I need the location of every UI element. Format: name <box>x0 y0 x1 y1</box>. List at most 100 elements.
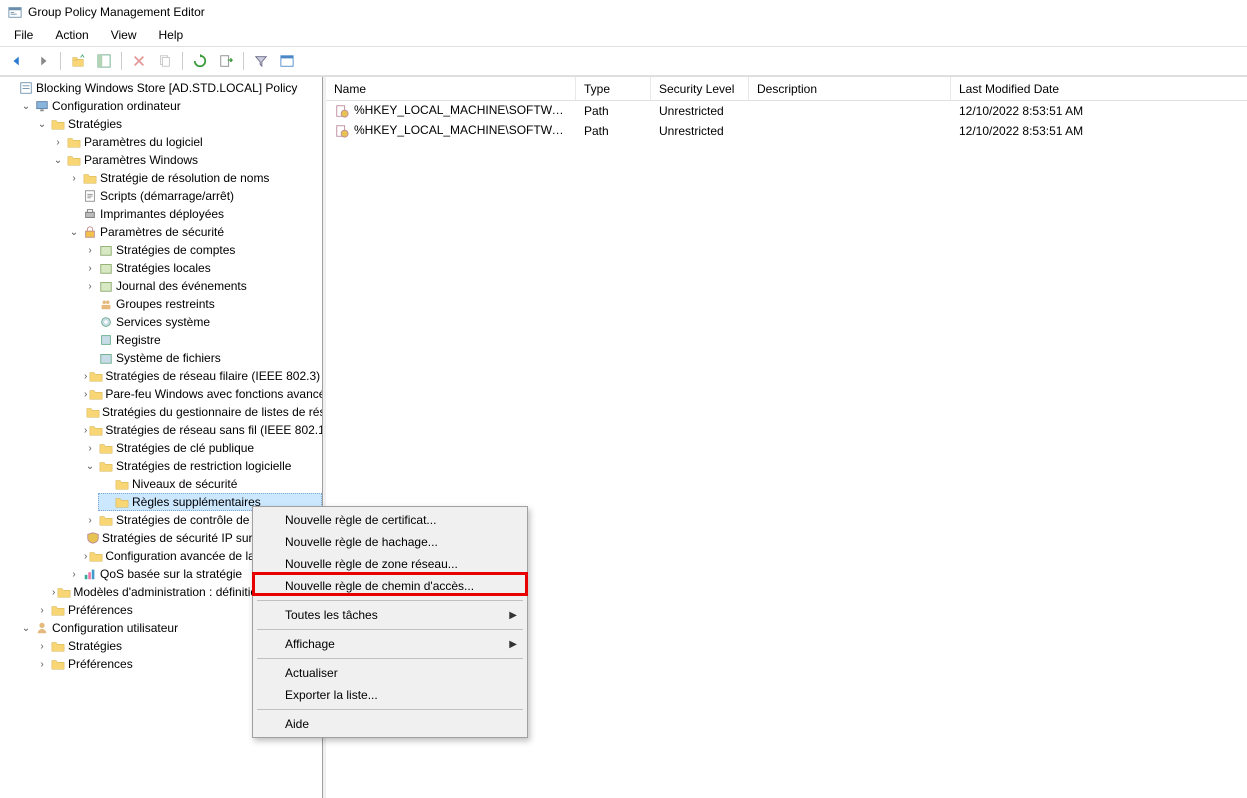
expand-twisty[interactable]: › <box>84 244 96 256</box>
filter-button[interactable] <box>250 50 272 72</box>
tree-deployed-printers[interactable]: Imprimantes déployées <box>66 205 322 223</box>
tree-label: Stratégies locales <box>116 261 211 275</box>
export-button[interactable] <box>215 50 237 72</box>
ctx-refresh[interactable]: Actualiser <box>255 662 525 684</box>
up-button[interactable] <box>67 50 89 72</box>
menu-help[interactable]: Help <box>149 26 194 44</box>
tree-event-log[interactable]: ›Journal des événements <box>82 277 322 295</box>
tree-label: Stratégie de résolution de noms <box>100 171 269 185</box>
tree-registry[interactable]: Registre <box>82 331 322 349</box>
toolbar-separator <box>60 52 61 70</box>
expand-twisty[interactable]: › <box>36 640 48 652</box>
ctx-all-tasks[interactable]: Toutes les tâches▶ <box>255 604 525 626</box>
col-name[interactable]: Name <box>326 77 576 100</box>
collapse-twisty[interactable]: ⌄ <box>20 622 32 634</box>
blank-twisty <box>68 190 80 202</box>
collapse-twisty[interactable]: ⌄ <box>36 118 48 130</box>
col-date[interactable]: Last Modified Date <box>951 77 1171 100</box>
expand-twisty[interactable]: › <box>36 658 48 670</box>
expand-twisty[interactable]: › <box>68 568 80 580</box>
ctx-new-path-rule[interactable]: Nouvelle règle de chemin d'accès... <box>255 575 525 597</box>
expand-twisty[interactable]: › <box>84 442 96 454</box>
expand-twisty[interactable]: › <box>84 424 87 436</box>
tree-label: Stratégies de restriction logicielle <box>116 459 291 473</box>
tree-strategies[interactable]: ⌄Stratégies <box>34 115 322 133</box>
tree-public-key[interactable]: › Stratégies de clé publique <box>82 439 322 457</box>
tree-software-settings[interactable]: ›Paramètres du logiciel <box>50 133 322 151</box>
menu-action[interactable]: Action <box>45 26 98 44</box>
expand-twisty[interactable]: › <box>68 172 80 184</box>
tree-local-policies[interactable]: › Stratégies locales <box>82 259 322 277</box>
ctx-export[interactable]: Exporter la liste... <box>255 684 525 706</box>
ctx-new-hash-rule[interactable]: Nouvelle règle de hachage... <box>255 531 525 553</box>
folder-icon <box>98 512 114 528</box>
ctx-help[interactable]: Aide <box>255 713 525 735</box>
ctx-view[interactable]: Affichage▶ <box>255 633 525 655</box>
tree-computer-config[interactable]: ⌄ Configuration ordinateur <box>18 97 322 115</box>
menu-file[interactable]: File <box>4 26 43 44</box>
tree-security-settings[interactable]: ⌄ Paramètres de sécurité <box>66 223 322 241</box>
col-security[interactable]: Security Level <box>651 77 749 100</box>
tree-label: QoS basée sur la stratégie <box>100 567 242 581</box>
expand-twisty[interactable]: › <box>52 586 55 598</box>
tree-security-levels[interactable]: Niveaux de sécurité <box>98 475 322 493</box>
tree-windows-settings[interactable]: ⌄ Paramètres Windows <box>50 151 322 169</box>
tree-root[interactable]: Blocking Windows Store [AD.STD.LOCAL] Po… <box>2 79 322 97</box>
delete-button[interactable] <box>128 50 150 72</box>
copy-button[interactable] <box>154 50 176 72</box>
refresh-button[interactable] <box>189 50 211 72</box>
expand-twisty[interactable]: › <box>52 136 64 148</box>
help-button[interactable] <box>276 50 298 72</box>
tree-file-system[interactable]: Système de fichiers <box>82 349 322 367</box>
ctx-separator <box>257 658 523 659</box>
collapse-twisty[interactable]: ⌄ <box>20 100 32 112</box>
tree-label: Services système <box>116 315 210 329</box>
expand-twisty[interactable]: › <box>84 262 96 274</box>
ctx-new-zone-rule[interactable]: Nouvelle règle de zone réseau... <box>255 553 525 575</box>
shield-icon <box>86 530 100 546</box>
collapse-twisty[interactable]: ⌄ <box>68 226 80 238</box>
expand-twisty[interactable]: › <box>84 388 87 400</box>
expand-twisty[interactable]: › <box>84 370 87 382</box>
collapse-twisty[interactable]: ⌄ <box>52 154 64 166</box>
tree-wireless-network[interactable]: ›Stratégies de réseau sans fil (IEEE 802… <box>82 421 322 439</box>
policy-folder-icon <box>98 278 114 294</box>
tree-label: Imprimantes déployées <box>100 207 224 221</box>
back-button[interactable] <box>6 50 28 72</box>
col-description[interactable]: Description <box>749 77 951 100</box>
tree-scripts[interactable]: Scripts (démarrage/arrêt) <box>66 187 322 205</box>
expand-twisty[interactable]: › <box>84 550 87 562</box>
toolbar-separator <box>182 52 183 70</box>
expand-twisty[interactable]: › <box>36 604 48 616</box>
tree-software-restriction[interactable]: ⌄ Stratégies de restriction logicielle <box>82 457 322 475</box>
tree-name-resolution[interactable]: › Stratégie de résolution de noms <box>66 169 322 187</box>
tree-label: Stratégies <box>68 639 122 653</box>
tree-account-policies[interactable]: ›Stratégies de comptes <box>82 241 322 259</box>
tree-label: Préférences <box>68 603 133 617</box>
tree-restricted-groups[interactable]: Groupes restreints <box>82 295 322 313</box>
tree-label: Stratégies de réseau filaire (IEEE 802.3… <box>105 369 320 383</box>
folder-open-icon <box>50 116 66 132</box>
menu-view[interactable]: View <box>101 26 147 44</box>
forward-button[interactable] <box>32 50 54 72</box>
expand-twisty[interactable]: › <box>84 514 96 526</box>
collapse-twisty[interactable]: ⌄ <box>84 460 96 472</box>
tree-wired-network[interactable]: › Stratégies de réseau filaire (IEEE 802.… <box>82 367 322 385</box>
tree-list-manager[interactable]: Stratégies du gestionnaire de listes de … <box>82 403 322 421</box>
ctx-new-cert-rule[interactable]: Nouvelle règle de certificat... <box>255 509 525 531</box>
tree-label: Paramètres Windows <box>84 153 198 167</box>
folder-icon <box>82 170 98 186</box>
rule-icon <box>334 103 350 119</box>
list-row[interactable]: %HKEY_LOCAL_MACHINE\SOFTWARE\... Path Un… <box>326 101 1247 121</box>
list-row[interactable]: %HKEY_LOCAL_MACHINE\SOFTWARE\... Path Un… <box>326 121 1247 141</box>
col-type[interactable]: Type <box>576 77 651 100</box>
blank-twisty <box>4 82 16 94</box>
tree-label: Scripts (démarrage/arrêt) <box>100 189 234 203</box>
tree-label: Stratégies de clé publique <box>116 441 254 455</box>
show-hide-tree-button[interactable] <box>93 50 115 72</box>
tree-system-services[interactable]: Services système <box>82 313 322 331</box>
tree-label: Paramètres de sécurité <box>100 225 224 239</box>
tree-label: Système de fichiers <box>116 351 221 365</box>
expand-twisty[interactable]: › <box>84 280 96 292</box>
tree-firewall[interactable]: ›Pare-feu Windows avec fonctions avancée… <box>82 385 322 403</box>
